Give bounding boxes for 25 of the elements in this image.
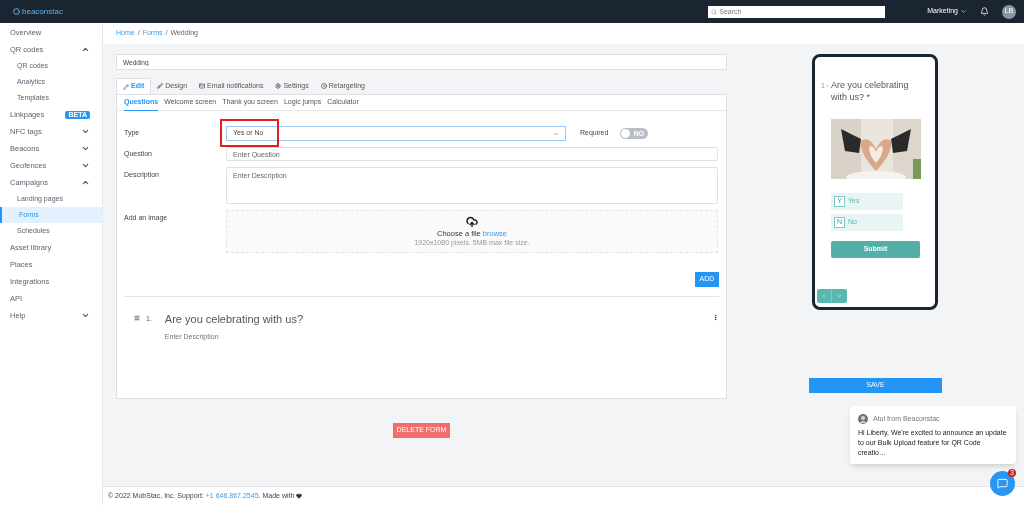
tab-icon <box>123 83 129 90</box>
search-icon <box>711 8 718 15</box>
logo[interactable]: beaconstac <box>13 5 63 18</box>
avatar-icon <box>858 414 868 425</box>
tab-icon <box>157 83 164 89</box>
question-title[interactable]: Are you celebrating with us? <box>164 311 712 328</box>
chevron-down-icon[interactable] <box>81 161 90 170</box>
chevron-up-icon[interactable] <box>81 45 90 54</box>
chat-icon <box>997 478 1008 489</box>
tab-icon <box>275 83 282 89</box>
chevron-down-icon[interactable] <box>81 127 90 136</box>
chevron-down-icon <box>553 130 559 137</box>
chevron-down-icon[interactable] <box>81 311 90 320</box>
logo-icon <box>13 8 20 15</box>
arrow-right-icon <box>824 84 829 89</box>
chevron-down-icon[interactable] <box>81 144 90 153</box>
chevron-up-icon[interactable] <box>81 178 90 187</box>
notifications-icon[interactable] <box>980 7 989 16</box>
heart-icon <box>296 493 303 499</box>
tab-icon <box>320 83 327 89</box>
chevron-down-icon <box>960 8 967 15</box>
preview-question: Are you celebrating with us? * <box>830 79 910 103</box>
tab-icon <box>199 83 206 89</box>
upload-icon <box>466 215 478 228</box>
drag-handle-icon[interactable] <box>134 315 140 321</box>
